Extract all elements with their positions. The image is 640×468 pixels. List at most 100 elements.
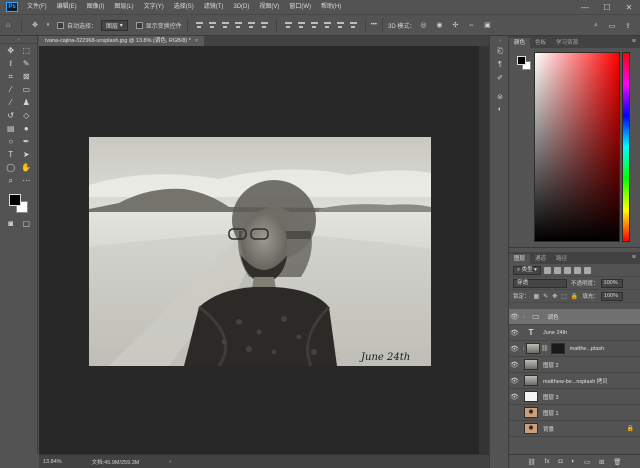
auto-select-dropdown[interactable]: 图层 ▾ — [101, 19, 128, 31]
blur-tool-icon[interactable]: ● — [21, 123, 32, 134]
chevron-down-icon[interactable]: ▾ — [45, 19, 51, 31]
share-icon[interactable]: ⇪ — [622, 20, 634, 32]
brush-tool-icon[interactable]: ⁄ — [5, 97, 16, 108]
align-left-icon[interactable] — [195, 21, 204, 30]
visibility-eye-icon[interactable]: 👁 — [509, 377, 520, 385]
adjustment-icon[interactable]: ◐ — [571, 458, 575, 465]
visibility-eye-icon[interactable]: 👁 — [509, 361, 520, 369]
filter-pixel-icon[interactable] — [543, 266, 551, 274]
layer-filter-dropdown[interactable]: ⌕ 类型 ▾ — [513, 265, 541, 275]
move-tool-icon[interactable]: ✥ — [29, 19, 41, 31]
align-right-icon[interactable] — [221, 21, 230, 30]
dodge-tool-icon[interactable]: ○ — [5, 136, 16, 147]
history-panel-icon[interactable]: ⎗ — [490, 45, 510, 58]
menu-view[interactable]: 视图(V) — [254, 0, 284, 14]
path-select-tool-icon[interactable]: ➤ — [21, 149, 32, 160]
tools-panel-handle[interactable]: » — [0, 36, 37, 44]
zoom-tool-icon[interactable]: ⌕ — [5, 175, 16, 186]
close-window-button[interactable]: ✕ — [618, 0, 640, 14]
distribute-top-icon[interactable] — [284, 21, 293, 30]
3d-pan-icon[interactable]: ✣ — [449, 19, 461, 31]
status-menu-arrow[interactable]: › — [169, 459, 171, 465]
lasso-tool-icon[interactable]: ℓ — [5, 58, 16, 69]
maximize-button[interactable]: ☐ — [596, 0, 618, 14]
eraser-tool-icon[interactable]: ◇ — [21, 110, 32, 121]
panel-menu-icon[interactable]: ≡ — [632, 38, 636, 45]
healing-brush-tool-icon[interactable]: ▭ — [21, 84, 32, 95]
lock-artboard-icon[interactable]: ⬚ — [561, 293, 567, 300]
saturation-brightness-field[interactable] — [534, 52, 620, 242]
layer-row[interactable]: 👁 图层 3 — [509, 389, 640, 405]
filter-type-icon[interactable] — [563, 266, 571, 274]
tab-paths[interactable]: 路径 — [551, 254, 572, 264]
tab-learn[interactable]: 学习资源 — [551, 38, 583, 48]
layer-row[interactable]: 👁 ↓ ⛓ matthe...plash — [509, 341, 640, 357]
trash-icon[interactable]: 🗑 — [613, 458, 621, 466]
distribute-bottom-icon[interactable] — [310, 21, 319, 30]
styles-panel-icon[interactable]: ◐ — [490, 103, 510, 116]
adjustments-panel-icon[interactable]: ⊜ — [490, 90, 510, 103]
blend-mode-dropdown[interactable]: 穿透 — [513, 278, 567, 288]
hand-tool-icon[interactable]: ✋ — [21, 162, 32, 173]
menu-help[interactable]: 帮助(H) — [316, 0, 346, 14]
mask-icon[interactable]: ◘ — [558, 458, 562, 465]
visibility-eye-icon[interactable]: 👁 — [509, 329, 520, 337]
lock-all-icon[interactable]: 🔒 — [571, 293, 578, 300]
screen-mode-icon[interactable]: ▢ — [21, 218, 32, 229]
opacity-field[interactable]: 100% — [600, 278, 623, 288]
close-tab-button[interactable]: × — [195, 38, 198, 44]
layer-row[interactable]: 👁 matthew-be...nsplash 拷贝 — [509, 373, 640, 389]
show-transform-checkbox[interactable] — [135, 21, 143, 29]
visibility-eye-icon[interactable]: 👁 — [509, 425, 520, 433]
3d-roll-icon[interactable]: ◉ — [433, 19, 445, 31]
fx-icon[interactable]: fx — [545, 458, 550, 465]
menu-window[interactable]: 窗口(W) — [284, 0, 316, 14]
menu-image[interactable]: 图像(I) — [82, 0, 110, 14]
align-hcenter-icon[interactable] — [208, 21, 217, 30]
layer-row[interactable]: 👁 › ▭ 调色 — [509, 309, 640, 325]
search-icon[interactable]: ⌕ — [590, 20, 602, 32]
lock-position-icon[interactable]: ✥ — [552, 293, 557, 300]
hue-slider[interactable] — [622, 52, 630, 242]
crop-tool-icon[interactable]: ⌗ — [5, 71, 16, 82]
distribute-left-icon[interactable] — [323, 21, 332, 30]
pen-tool-icon[interactable]: ✒ — [21, 136, 32, 147]
layer-row[interactable]: 👁 T June 24th — [509, 325, 640, 341]
zoom-level[interactable]: 13.84% — [43, 459, 62, 465]
lock-transparent-icon[interactable]: ▦ — [534, 293, 540, 300]
move-tool-icon[interactable]: ✥ — [5, 45, 16, 56]
filter-adjustment-icon[interactable] — [553, 266, 561, 274]
layer-mask-thumbnail[interactable] — [550, 343, 565, 354]
align-top-icon[interactable] — [234, 21, 243, 30]
fill-field[interactable]: 100% — [600, 291, 623, 301]
3d-scale-icon[interactable]: ▣ — [481, 19, 493, 31]
visibility-eye-icon[interactable]: 👁 — [509, 409, 520, 417]
menu-edit[interactable]: 编辑(E) — [52, 0, 82, 14]
marquee-tool-icon[interactable]: ⬚ — [21, 45, 32, 56]
menu-select[interactable]: 选择(S) — [169, 0, 199, 14]
3d-orbit-icon[interactable]: ◎ — [417, 19, 429, 31]
3d-slide-icon[interactable]: ⇔ — [465, 19, 477, 31]
menu-layer[interactable]: 图层(L) — [109, 0, 138, 14]
distribute-hcenter-icon[interactable] — [336, 21, 345, 30]
menu-type[interactable]: 文字(Y) — [139, 0, 169, 14]
more-options-button[interactable]: ••• — [371, 22, 377, 28]
quick-mask-icon[interactable]: ◙ — [5, 218, 16, 229]
new-layer-icon[interactable]: ⊞ — [599, 458, 604, 466]
align-bottom-icon[interactable] — [260, 21, 269, 30]
minimize-button[interactable]: — — [574, 0, 596, 14]
menu-3d[interactable]: 3D(D) — [228, 0, 254, 14]
home-icon[interactable]: ⌂ — [2, 19, 14, 31]
document-tab[interactable]: ivana-cajina-322968-unsplash.jpg @ 13.8%… — [39, 36, 205, 46]
layer-row[interactable]: 👁 背景 🔒 — [509, 421, 640, 437]
properties-panel-icon[interactable]: ¶ — [490, 58, 510, 71]
canvas-scrollbar[interactable] — [479, 46, 489, 454]
auto-select-checkbox[interactable] — [57, 21, 64, 29]
chevron-right-icon[interactable]: › — [523, 314, 525, 320]
tab-layers[interactable]: 图层 — [509, 254, 531, 264]
tab-swatches[interactable]: 色板 — [530, 38, 551, 48]
menu-filter[interactable]: 滤镜(T) — [199, 0, 229, 14]
ellipse-tool-icon[interactable]: ◯ — [5, 162, 16, 173]
color-panel-foreground-swatch[interactable] — [517, 56, 526, 65]
distribute-right-icon[interactable] — [349, 21, 358, 30]
